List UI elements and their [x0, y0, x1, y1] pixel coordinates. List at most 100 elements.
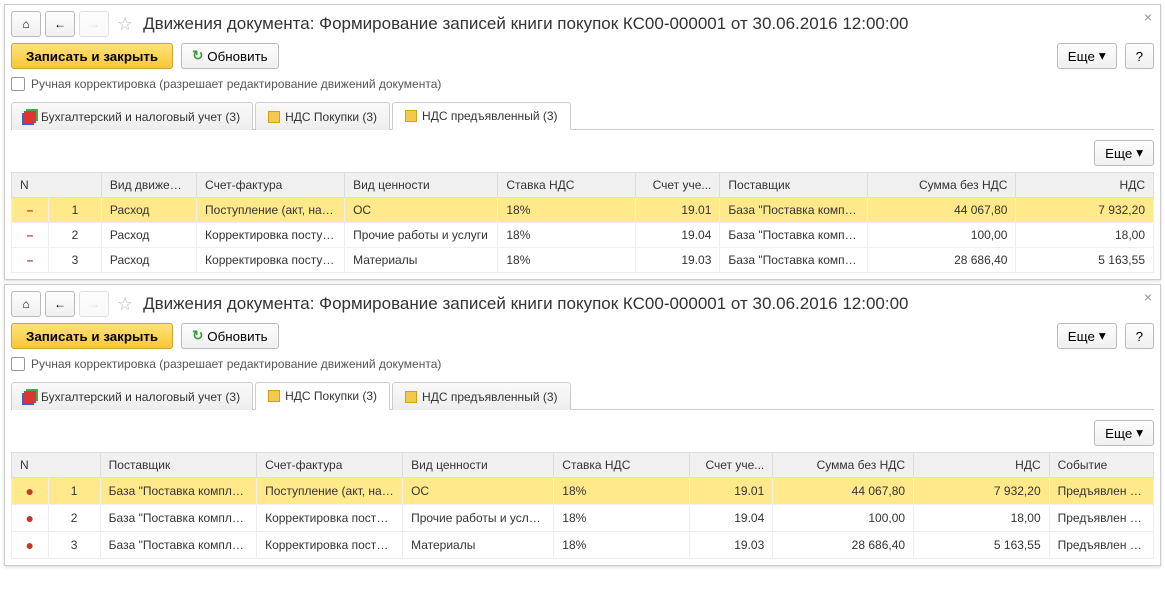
cell-sum: 28 686,40 [773, 532, 914, 559]
manual-edit-checkbox[interactable] [11, 77, 25, 91]
cell-invoice: Поступление (акт, накл... [197, 198, 345, 223]
more-button[interactable]: Еще ▾ [1057, 43, 1117, 69]
cell-invoice: Корректировка поступл... [197, 248, 345, 273]
col-account[interactable]: Счет уче... [689, 453, 772, 478]
more-label: Еще [1068, 49, 1095, 64]
col-nds[interactable]: НДС [1016, 173, 1154, 198]
table-header-row: N Поставщик Счет-фактура Вид ценности Ст… [12, 453, 1154, 478]
panel-top: × ⌂ ← → ☆ Движения документа: Формирован… [4, 4, 1161, 280]
col-sum[interactable]: Сумма без НДС [773, 453, 914, 478]
col-invoice[interactable]: Счет-фактура [257, 453, 403, 478]
table-header-row: N Вид движения Счет-фактура Вид ценности… [12, 173, 1154, 198]
register-icon [268, 111, 280, 123]
col-valtype[interactable]: Вид ценности [403, 453, 554, 478]
table-row[interactable]: ●1База "Поставка компле...Поступление (а… [12, 478, 1154, 505]
save-close-button[interactable]: Записать и закрыть [11, 43, 173, 69]
panel-bottom: × ⌂ ← → ☆ Движения документа: Формирован… [4, 284, 1161, 566]
forward-button[interactable]: → [79, 291, 109, 317]
record-icon: ● [12, 532, 49, 559]
cell-valtype: Прочие работы и услуги [345, 223, 498, 248]
cell-supplier: База "Поставка компле... [720, 248, 868, 273]
save-close-button[interactable]: Записать и закрыть [11, 323, 173, 349]
back-button[interactable]: ← [45, 11, 75, 37]
cell-n: 2 [49, 223, 102, 248]
table-more-button[interactable]: Еще ▾ [1094, 420, 1154, 446]
col-movement[interactable]: Вид движения [101, 173, 196, 198]
tab-nds-presented[interactable]: НДС предъявленный (3) [392, 382, 570, 410]
table-row[interactable]: –3РасходКорректировка поступл...Материал… [12, 248, 1154, 273]
tab-label: Бухгалтерский и налоговый учет (3) [41, 110, 240, 124]
col-supplier[interactable]: Поставщик [100, 453, 256, 478]
favorite-icon[interactable]: ☆ [117, 14, 133, 35]
refresh-button[interactable]: ↻ Обновить [181, 43, 279, 69]
col-account[interactable]: Счет уче... [635, 173, 720, 198]
refresh-icon: ↻ [192, 328, 203, 344]
col-valtype[interactable]: Вид ценности [345, 173, 498, 198]
chevron-down-icon: ▾ [1136, 145, 1143, 161]
close-icon[interactable]: × [1144, 9, 1152, 25]
help-button[interactable]: ? [1125, 323, 1154, 349]
cell-valtype: ОС [403, 478, 554, 505]
favorite-icon[interactable]: ☆ [117, 294, 133, 315]
col-n[interactable]: N [12, 173, 102, 198]
col-supplier[interactable]: Поставщик [720, 173, 868, 198]
col-vat[interactable]: Ставка НДС [498, 173, 635, 198]
tab-accounting[interactable]: Бухгалтерский и налоговый учет (3) [11, 102, 253, 130]
col-sum[interactable]: Сумма без НДС [868, 173, 1016, 198]
manual-edit-label: Ручная корректировка (разрешает редактир… [31, 77, 441, 91]
cell-valtype: Материалы [403, 532, 554, 559]
topbar: ⌂ ← → ☆ Движения документа: Формирование… [11, 11, 1154, 37]
refresh-label: Обновить [207, 49, 267, 64]
cell-sum: 28 686,40 [868, 248, 1016, 273]
more-button[interactable]: Еще ▾ [1057, 323, 1117, 349]
table-row[interactable]: ●2База "Поставка компле...Корректировка … [12, 505, 1154, 532]
more-label: Еще [1068, 329, 1095, 344]
manual-edit-checkbox[interactable] [11, 357, 25, 371]
refresh-label: Обновить [207, 329, 267, 344]
movement-type-icon: – [12, 248, 49, 273]
refresh-button[interactable]: ↻ Обновить [181, 323, 279, 349]
tab-nds-purchases[interactable]: НДС Покупки (3) [255, 102, 390, 130]
manual-edit-label: Ручная корректировка (разрешает редактир… [31, 357, 441, 371]
tab-nds-purchases[interactable]: НДС Покупки (3) [255, 382, 390, 410]
chevron-down-icon: ▾ [1099, 48, 1106, 64]
movement-type-icon: – [12, 223, 49, 248]
cell-n: 1 [48, 478, 100, 505]
cell-supplier: База "Поставка компле... [100, 532, 256, 559]
cell-valtype: Прочие работы и услуги [403, 505, 554, 532]
cell-sum: 44 067,80 [868, 198, 1016, 223]
back-button[interactable]: ← [45, 291, 75, 317]
table-more-button[interactable]: Еще ▾ [1094, 140, 1154, 166]
forward-button[interactable]: → [79, 11, 109, 37]
col-invoice[interactable]: Счет-фактура [197, 173, 345, 198]
col-vat[interactable]: Ставка НДС [554, 453, 690, 478]
table-row[interactable]: –2РасходКорректировка поступл...Прочие р… [12, 223, 1154, 248]
home-button[interactable]: ⌂ [11, 291, 41, 317]
table-row[interactable]: ●3База "Поставка компле...Корректировка … [12, 532, 1154, 559]
record-icon: ● [12, 505, 49, 532]
refresh-icon: ↻ [192, 48, 203, 64]
more-label: Еще [1105, 426, 1132, 441]
cell-account: 19.03 [635, 248, 720, 273]
cell-movement: Расход [101, 198, 196, 223]
tab-nds-presented[interactable]: НДС предъявленный (3) [392, 102, 570, 130]
home-button[interactable]: ⌂ [11, 11, 41, 37]
cell-nds: 18,00 [1016, 223, 1154, 248]
cell-n: 1 [49, 198, 102, 223]
tab-accounting[interactable]: Бухгалтерский и налоговый учет (3) [11, 382, 253, 410]
help-button[interactable]: ? [1125, 43, 1154, 69]
cell-movement: Расход [101, 248, 196, 273]
cell-account: 19.03 [689, 532, 772, 559]
cell-nds: 7 932,20 [1016, 198, 1154, 223]
cell-sum: 44 067,80 [773, 478, 914, 505]
cell-nds: 5 163,55 [914, 532, 1050, 559]
table-row[interactable]: –1РасходПоступление (акт, накл...ОС18%19… [12, 198, 1154, 223]
col-n[interactable]: N [12, 453, 101, 478]
cell-vat: 18% [554, 478, 690, 505]
tab-label: НДС Покупки (3) [285, 110, 377, 124]
register-table: N Вид движения Счет-фактура Вид ценности… [11, 172, 1154, 273]
col-nds[interactable]: НДС [914, 453, 1050, 478]
col-event[interactable]: Событие [1049, 453, 1153, 478]
close-icon[interactable]: × [1144, 289, 1152, 305]
cell-event: Предъявлен НДС [1049, 532, 1153, 559]
